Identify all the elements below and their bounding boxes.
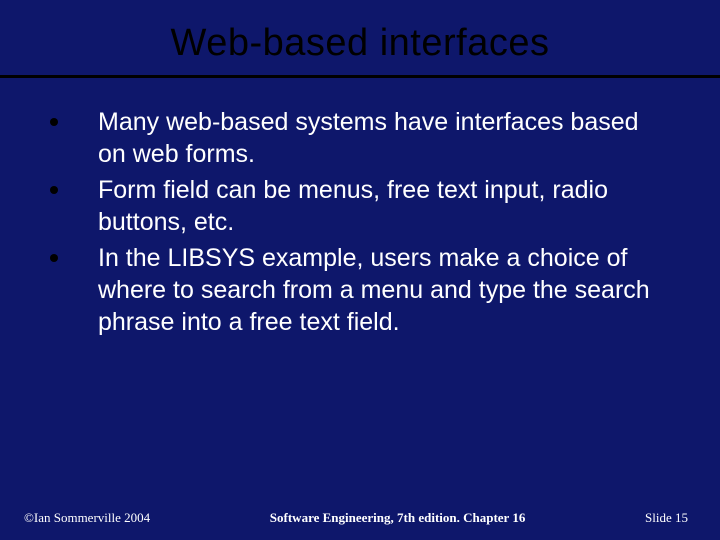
list-item: Many web-based systems have interfaces b… xyxy=(44,106,670,170)
slide-title: Web-based interfaces xyxy=(0,22,720,65)
bullet-icon xyxy=(50,186,58,194)
footer-slide-number: Slide 15 xyxy=(645,510,688,526)
footer-slide-num: 15 xyxy=(675,510,688,525)
bullet-list: Many web-based systems have interfaces b… xyxy=(44,106,670,338)
bullet-text: In the LIBSYS example, users make a choi… xyxy=(98,242,670,338)
bullet-text: Many web-based systems have interfaces b… xyxy=(98,106,670,170)
slide: Web-based interfaces Many web-based syst… xyxy=(0,0,720,540)
footer-book-title: Software Engineering, 7th edition. Chapt… xyxy=(270,510,526,526)
list-item: Form field can be menus, free text input… xyxy=(44,174,670,238)
footer-slide-label: Slide xyxy=(645,510,672,525)
title-area: Web-based interfaces xyxy=(0,0,720,65)
bullet-icon xyxy=(50,118,58,126)
footer-copyright: ©Ian Sommerville 2004 xyxy=(24,510,150,526)
footer: ©Ian Sommerville 2004 Software Engineeri… xyxy=(0,510,720,526)
bullet-icon xyxy=(50,254,58,262)
slide-body: Many web-based systems have interfaces b… xyxy=(0,78,720,338)
list-item: In the LIBSYS example, users make a choi… xyxy=(44,242,670,338)
bullet-text: Form field can be menus, free text input… xyxy=(98,174,670,238)
